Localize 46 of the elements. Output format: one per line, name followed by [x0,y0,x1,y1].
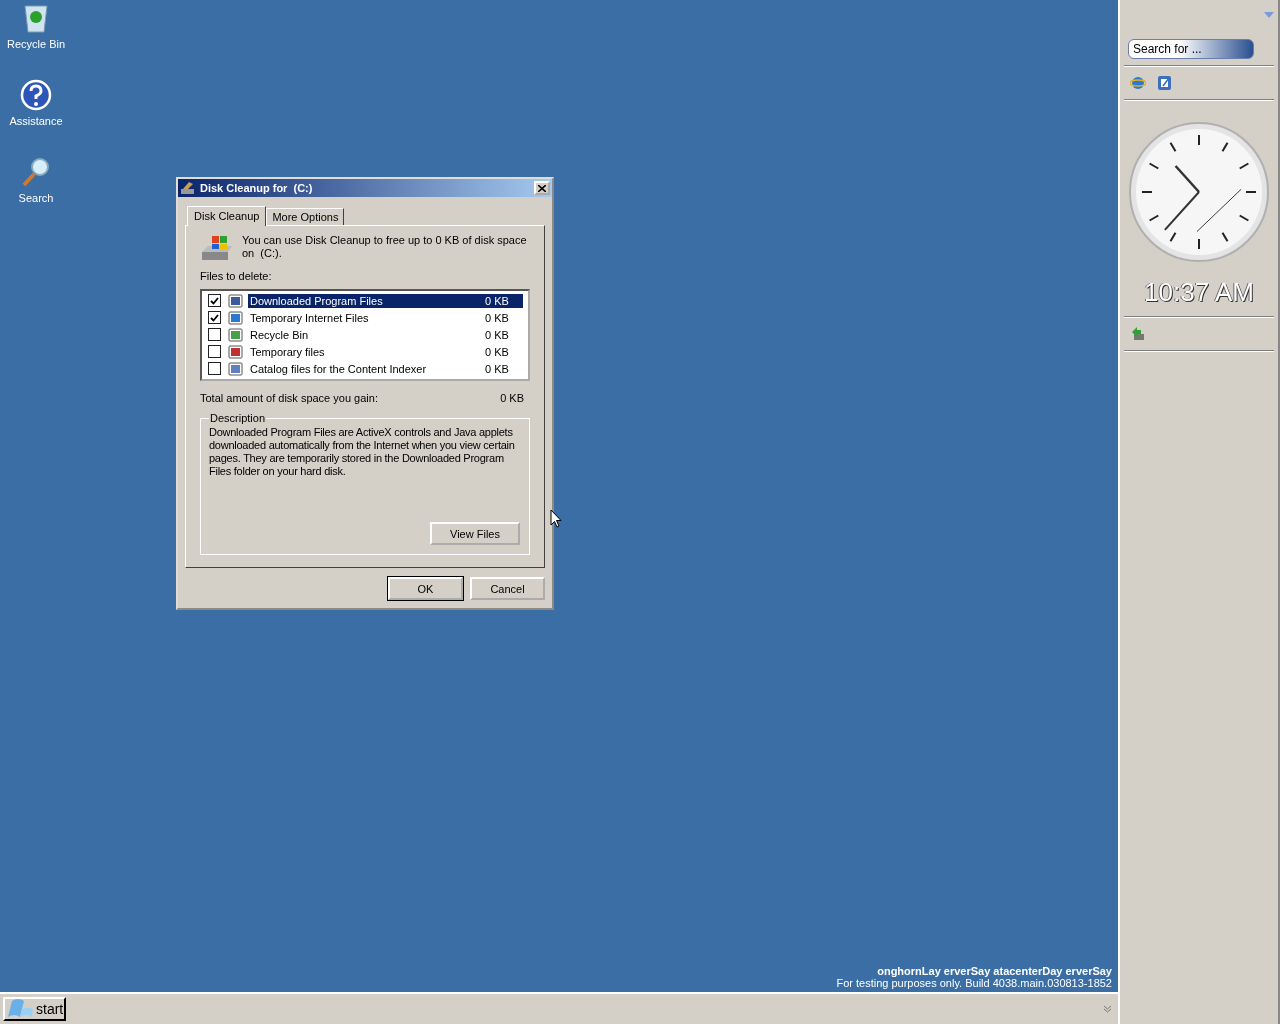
start-button[interactable]: start [3,997,67,1021]
close-button[interactable] [534,181,550,195]
magnifier-icon[interactable] [20,156,52,188]
window-title: Disk Cleanup for (C:) [200,182,314,194]
desktop-icon-label[interactable]: Assistance [9,115,63,127]
recycle-bin-icon[interactable] [22,2,50,34]
dialog-button[interactable]: Cancel [470,577,545,600]
total-value: 0 KB [500,392,524,404]
files-label: Files to delete: [200,270,273,282]
build-title: onghornLay erverSay atacenterDay erverSay [877,965,1112,977]
view-files-button[interactable]: View Files [430,522,520,545]
list-item[interactable]: Recycle Bin 0 KB [248,327,523,342]
chevron-icon[interactable] [1103,1005,1112,1013]
list-item[interactable]: Catalog files for the Content Indexer 0 KB [248,361,523,376]
help-icon[interactable] [20,79,52,111]
clock-time: 10:37 AM [1144,277,1254,308]
list-item[interactable]: Downloaded Program Files 0 KB [248,293,523,308]
checkbox[interactable] [208,294,221,307]
file-type-icon [228,343,244,360]
desktop-icon-label[interactable]: Recycle Bin [6,38,66,50]
tab[interactable]: More Options [266,208,345,225]
description-text: Downloaded Program Files are ActiveX controls and Java applets downloaded automatically from the Internet when you view certain pages. They are temporarily stored in the Downloaded Program Files folder on your hard disk. [209,426,516,478]
close-icon [538,184,546,192]
window-logo-icon [6,999,34,1019]
desktop-icon-label[interactable]: Search [18,192,54,204]
file-type-icon [228,326,244,343]
file-type-icon [228,309,244,326]
network-drive-icon[interactable] [1130,326,1146,342]
total-label: Total amount of disk space you gain: [200,392,378,404]
checkbox[interactable] [208,362,221,375]
group-title: Description [209,412,267,424]
dialog-button[interactable]: OK [388,577,463,600]
mouse-pointer-icon [550,509,562,528]
file-type-icon [228,292,244,309]
globe-icon[interactable] [1130,75,1146,91]
file-type-icon [228,360,244,377]
search-field[interactable]: Search for ... [1128,39,1254,59]
checkbox[interactable] [208,328,221,341]
checkbox[interactable] [208,311,221,324]
list-item[interactable]: Temporary Internet Files 0 KB [248,310,523,325]
list-item[interactable]: Temporary files 0 KB [248,344,523,359]
intro-text: You can use Disk Cleanup to free up to 0 KB of disk space on (C:). [242,234,528,260]
checkbox[interactable] [208,345,221,358]
build-info: For testing purposes only. Build 4038.main.030813-1852 [836,977,1112,989]
tab[interactable]: Disk Cleanup [187,206,267,226]
document-edit-icon[interactable] [1157,75,1173,91]
